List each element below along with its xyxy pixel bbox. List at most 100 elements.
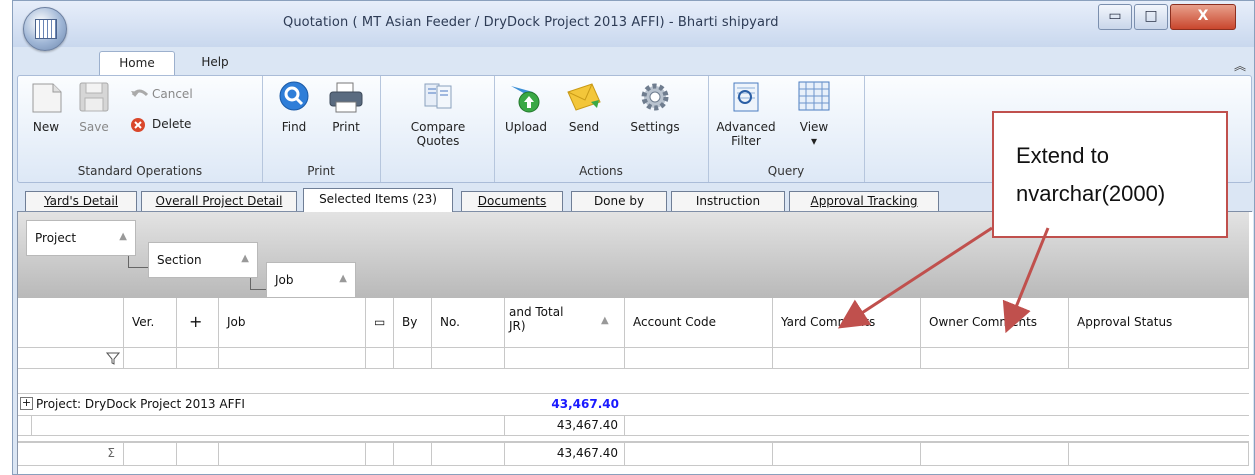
compare-quotes-button[interactable]: Compare Quotes bbox=[410, 80, 466, 148]
filter-cell[interactable] bbox=[432, 348, 505, 369]
filter-indicator-cell bbox=[18, 348, 124, 369]
column-header-account-code[interactable]: Account Code bbox=[625, 298, 773, 348]
gear-icon bbox=[636, 80, 674, 116]
tab-instruction[interactable]: Instruction bbox=[671, 191, 785, 211]
group-actions: Upload Send Settings Actions bbox=[494, 76, 709, 182]
filter-cell[interactable] bbox=[921, 348, 1069, 369]
print-button[interactable]: Print bbox=[322, 80, 370, 134]
tab-documents[interactable]: Documents bbox=[461, 191, 563, 211]
column-header-yard-comments[interactable]: Yard Comments bbox=[773, 298, 921, 348]
sort-up-icon: ▲ bbox=[119, 231, 127, 242]
delete-button[interactable]: Delete bbox=[130, 114, 191, 134]
filter-cell[interactable] bbox=[177, 348, 219, 369]
group-row-total: 43,467.40 bbox=[551, 397, 619, 411]
group-chip-job[interactable]: Job ▲ bbox=[266, 262, 356, 298]
summary-cell bbox=[124, 443, 177, 466]
filter-cell[interactable] bbox=[124, 348, 177, 369]
window-title: Quotation ( MT Asian Feeder / DryDock Pr… bbox=[283, 15, 779, 30]
find-button[interactable]: Find bbox=[270, 80, 318, 134]
group-print: Find Print Print bbox=[262, 76, 381, 182]
compare-documents-icon bbox=[419, 80, 457, 116]
attachment-icon: ▭ bbox=[374, 315, 386, 329]
magnifier-icon bbox=[275, 80, 313, 116]
column-header-grand-total[interactable]: and Total JR) ▲ bbox=[505, 298, 625, 348]
tab-overall-project-detail[interactable]: Overall Project Detail bbox=[141, 191, 297, 211]
send-button[interactable]: Send bbox=[560, 80, 608, 134]
column-header-attachment[interactable]: ▭ bbox=[366, 298, 394, 348]
column-header-no[interactable]: No. bbox=[432, 298, 505, 348]
minimize-button[interactable]: ▭ bbox=[1098, 4, 1132, 30]
column-header-job[interactable]: Job bbox=[219, 298, 366, 348]
expand-icon[interactable]: + bbox=[20, 397, 33, 410]
ribbon-tab-row: Home Help ︽ bbox=[13, 47, 1254, 75]
column-header-indicator bbox=[18, 298, 124, 348]
summary-cell bbox=[1069, 443, 1249, 466]
column-header-ver[interactable]: Ver. bbox=[124, 298, 177, 348]
save-button[interactable]: Save bbox=[70, 80, 118, 134]
ribbon-collapse-icon[interactable]: ︽ bbox=[1234, 57, 1246, 74]
column-header-owner-comments[interactable]: Owner Comments bbox=[921, 298, 1069, 348]
sort-ascending-icon: ▲ bbox=[601, 315, 609, 326]
grid-view-icon bbox=[795, 80, 833, 116]
printer-icon bbox=[327, 80, 365, 116]
title-bar: Quotation ( MT Asian Feeder / DryDock Pr… bbox=[13, 1, 1254, 51]
filter-cell[interactable] bbox=[625, 348, 773, 369]
summary-cell bbox=[921, 443, 1069, 466]
settings-button[interactable]: Settings bbox=[626, 80, 684, 134]
cancel-button[interactable]: Cancel bbox=[130, 84, 193, 104]
tab-approval-tracking[interactable]: Approval Tracking bbox=[789, 191, 939, 211]
filter-cell[interactable] bbox=[394, 348, 432, 369]
upload-icon bbox=[507, 80, 545, 116]
sum-icon: Σ bbox=[18, 443, 124, 466]
tab-selected-items[interactable]: Selected Items (23) bbox=[303, 188, 453, 212]
subtotal-spacer bbox=[32, 415, 505, 436]
summary-cell bbox=[432, 443, 505, 466]
filter-cell[interactable] bbox=[1069, 348, 1249, 369]
annotation-callout: Extend to nvarchar(2000) bbox=[992, 111, 1228, 238]
summary-cell bbox=[625, 443, 773, 466]
view-button[interactable]: View ▾ bbox=[790, 80, 838, 148]
tab-yards-detail[interactable]: Yard's Detail bbox=[25, 191, 137, 211]
group-label-query: Query bbox=[767, 164, 805, 178]
filter-cell[interactable] bbox=[773, 348, 921, 369]
close-icon: X bbox=[1197, 8, 1209, 24]
group-chip-section[interactable]: Section ▲ bbox=[148, 242, 258, 278]
envelope-send-icon bbox=[565, 80, 603, 116]
group-row-label: Project: DryDock Project 2013 AFFI bbox=[36, 397, 245, 411]
plus-icon: + bbox=[189, 312, 203, 331]
application-menu-button[interactable] bbox=[23, 7, 67, 51]
filter-cell[interactable] bbox=[505, 348, 625, 369]
filter-funnel-icon[interactable] bbox=[106, 351, 120, 365]
tab-done-by[interactable]: Done by bbox=[571, 191, 667, 211]
subtotal-value: 43,467.40 bbox=[505, 415, 625, 436]
group-chip-project[interactable]: Project ▲ bbox=[26, 220, 136, 256]
filter-cell[interactable] bbox=[366, 348, 394, 369]
maximize-button[interactable]: □ bbox=[1134, 4, 1168, 30]
ribbon-tab-home[interactable]: Home bbox=[99, 51, 175, 75]
summary-cell bbox=[177, 443, 219, 466]
filter-row bbox=[18, 348, 1249, 369]
group-standard-operations: New Save Cancel Delete Standard Operatio… bbox=[18, 76, 263, 182]
close-button[interactable]: X bbox=[1170, 4, 1236, 30]
annotation-line-2: nvarchar(2000) bbox=[1016, 181, 1166, 206]
advanced-filter-button[interactable]: Advanced Filter bbox=[714, 80, 778, 148]
upload-button[interactable]: Upload bbox=[502, 80, 550, 134]
summary-cell bbox=[773, 443, 921, 466]
ribbon-tab-help[interactable]: Help bbox=[185, 51, 245, 75]
new-button[interactable]: New bbox=[22, 80, 70, 134]
column-header-plus[interactable]: + bbox=[177, 298, 219, 348]
group-query: Advanced Filter View ▾ Query bbox=[708, 76, 865, 182]
column-header-by[interactable]: By bbox=[394, 298, 432, 348]
group-compare: Compare Quotes bbox=[380, 76, 495, 182]
group-label-standard-operations: Standard Operations bbox=[77, 164, 203, 178]
summary-cell bbox=[219, 443, 366, 466]
column-header-approval-status[interactable]: Approval Status bbox=[1069, 298, 1249, 348]
floppy-disk-icon bbox=[75, 80, 113, 116]
group-label-print: Print bbox=[307, 164, 335, 178]
maximize-icon: □ bbox=[1144, 8, 1158, 24]
group-label-actions: Actions bbox=[579, 164, 623, 178]
items-grid: Project ▲ Section ▲ Job ▲ Ver. + Job ▭ By N… bbox=[17, 212, 1253, 474]
group-row-project[interactable]: + Project: DryDock Project 2013 AFFI 43,… bbox=[18, 393, 1249, 416]
new-document-icon bbox=[27, 80, 65, 116]
filter-cell[interactable] bbox=[219, 348, 366, 369]
